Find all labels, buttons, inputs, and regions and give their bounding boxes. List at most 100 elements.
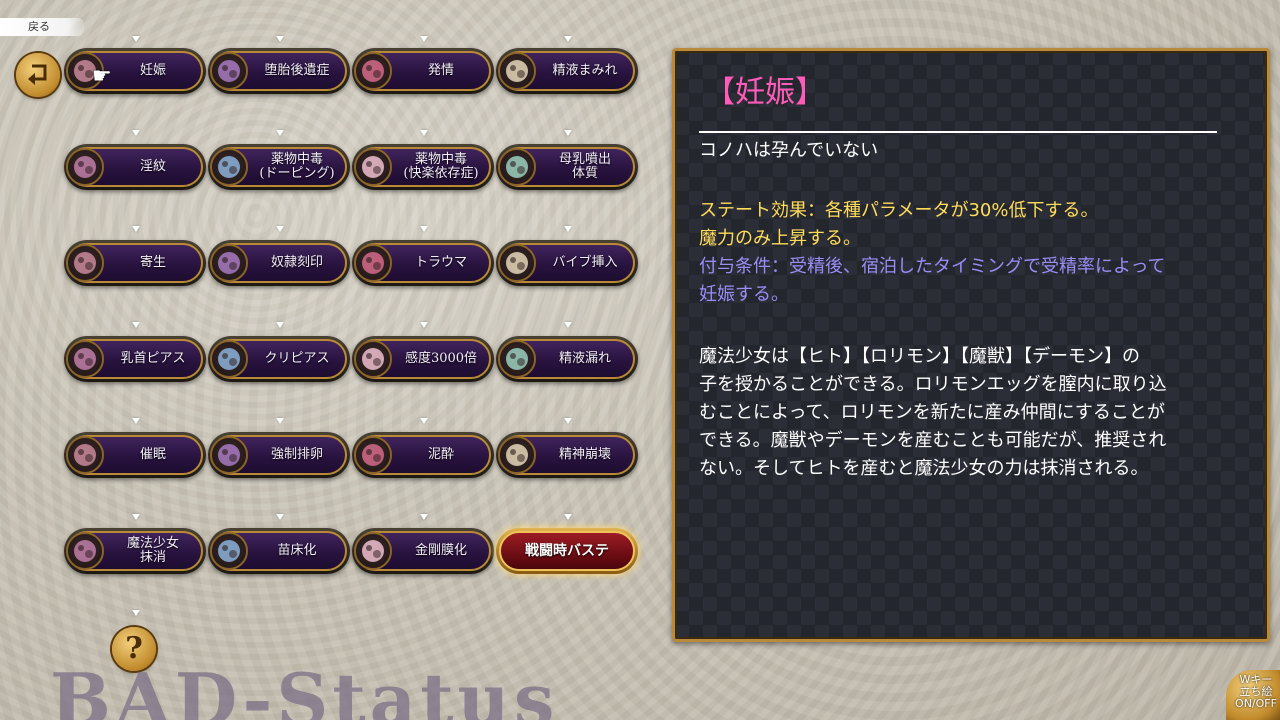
- status-button[interactable]: 薬物中毒 (ドーピング): [208, 144, 350, 190]
- row-marker-arrow: [276, 418, 284, 424]
- status-button[interactable]: 奴隷刻印: [208, 240, 350, 286]
- status-button-label: トラウマ: [414, 255, 467, 270]
- detail-title: 【妊娠】: [705, 75, 825, 110]
- status-button-label: 奴隷刻印: [270, 255, 323, 270]
- ovulation-icon: [210, 436, 248, 474]
- standee-toggle-label: Wキー 立ち絵 ON/OFF: [1235, 673, 1277, 710]
- detail-divider: [699, 131, 1217, 133]
- row-marker-arrow: [564, 514, 572, 520]
- mental-break-icon: [498, 436, 536, 474]
- status-button[interactable]: 薬物中毒 (快楽依存症): [352, 144, 494, 190]
- status-button[interactable]: 精液まみれ: [496, 48, 638, 94]
- row-marker-arrow: [420, 514, 428, 520]
- status-button[interactable]: 泥酔: [352, 432, 494, 478]
- row-marker-arrow: [420, 130, 428, 136]
- status-button[interactable]: 催眠: [64, 432, 206, 478]
- detail-effect-2: 魔力のみ上昇する。: [699, 228, 861, 249]
- return-arrow-icon: [28, 64, 47, 85]
- status-button-label: 金剛膜化: [414, 543, 467, 558]
- row-marker-arrow: [420, 322, 428, 328]
- status-button-label: クリピアス: [264, 351, 330, 366]
- row-marker-arrow: [564, 36, 572, 42]
- drug-doping-icon: [210, 148, 248, 186]
- back-button[interactable]: [16, 53, 60, 97]
- row-marker-arrow: [276, 322, 284, 328]
- detail-description: コノハは孕んでいない: [699, 140, 879, 161]
- detail-body-3: むことによって、ロリモンを新たに産み仲間にすることが: [699, 402, 1165, 423]
- hypnosis-icon: [66, 436, 104, 474]
- row-marker-arrow: [276, 226, 284, 232]
- status-button-label: 精液漏れ: [558, 351, 611, 366]
- status-button[interactable]: 精液漏れ: [496, 336, 638, 382]
- row-marker-arrow: [132, 322, 140, 328]
- row-marker-arrow: [132, 226, 140, 232]
- row-marker-arrow: [564, 322, 572, 328]
- status-button[interactable]: 母乳噴出 体質: [496, 144, 638, 190]
- status-button-label: 発情: [427, 63, 454, 78]
- row-marker-arrow: [132, 130, 140, 136]
- semen-leak-icon: [498, 340, 536, 378]
- detail-body-1: 魔法少女は【ヒト】【ロリモン】【魔獣】【デーモン】の: [699, 346, 1140, 367]
- status-button-label: 泥酔: [427, 447, 454, 462]
- detail-condition-2: 妊娠する。: [699, 284, 789, 305]
- status-button[interactable]: 金剛膜化: [352, 528, 494, 574]
- status-button[interactable]: 強制排卵: [208, 432, 350, 478]
- status-button-label: 強制排卵: [270, 447, 323, 462]
- status-button-label: 淫紋: [139, 159, 166, 174]
- parasite-icon: [66, 244, 104, 282]
- bad-status-title: BAD-Status: [50, 660, 559, 720]
- status-button[interactable]: 感度3000倍: [352, 336, 494, 382]
- heat-icon: [354, 52, 392, 90]
- battle-status-button[interactable]: 戦闘時バステ: [496, 528, 638, 574]
- trauma-icon: [354, 244, 392, 282]
- status-button-label: 精神崩壊: [558, 447, 611, 462]
- status-button[interactable]: 魔法少女 抹消: [64, 528, 206, 574]
- row-marker-arrow: [420, 418, 428, 424]
- status-button[interactable]: 寄生: [64, 240, 206, 286]
- detail-body-5: ない。そしてヒトを産むと魔法少女の力は抹消される。: [699, 458, 1149, 479]
- slave-mark-icon: [210, 244, 248, 282]
- status-button[interactable]: 淫紋: [64, 144, 206, 190]
- status-button-label: 感度3000倍: [404, 351, 478, 366]
- row-marker-arrow: [276, 130, 284, 136]
- status-button-label: 催眠: [139, 447, 166, 462]
- status-button[interactable]: 堕胎後遺症: [208, 48, 350, 94]
- status-button-label: 精液まみれ: [552, 63, 618, 78]
- row-marker-arrow: [420, 226, 428, 232]
- seedbed-icon: [210, 532, 248, 570]
- clit-piercing-icon: [210, 340, 248, 378]
- detail-effect-1: ステート効果：各種パラメータが30%低下する。: [699, 200, 1099, 221]
- standee-toggle-button[interactable]: Wキー 立ち絵 ON/OFF: [1226, 670, 1280, 720]
- nipple-piercing-icon: [66, 340, 104, 378]
- status-button[interactable]: トラウマ: [352, 240, 494, 286]
- row-marker-arrow: [276, 514, 284, 520]
- status-button[interactable]: クリピアス: [208, 336, 350, 382]
- row-marker-arrow: [132, 36, 140, 42]
- status-button[interactable]: 苗床化: [208, 528, 350, 574]
- detail-condition-1: 付与条件：受精後、宿泊したタイミングで受精率によって: [699, 256, 1166, 277]
- status-button[interactable]: 妊娠: [64, 48, 206, 94]
- diamond-membrane-icon: [354, 532, 392, 570]
- drunk-icon: [354, 436, 392, 474]
- status-button-label: 乳首ピアス: [120, 351, 186, 366]
- status-button-label: バイブ挿入: [552, 255, 618, 270]
- status-button-label: 苗床化: [277, 543, 317, 558]
- status-button[interactable]: バイブ挿入: [496, 240, 638, 286]
- status-button[interactable]: 発情: [352, 48, 494, 94]
- back-label[interactable]: 戻る: [0, 18, 84, 36]
- aftereffect-icon: [210, 52, 248, 90]
- status-button-label: 寄生: [139, 255, 166, 270]
- status-button[interactable]: 精神崩壊: [496, 432, 638, 478]
- status-button-label: 魔法少女 抹消: [126, 536, 179, 565]
- row-marker-arrow: [132, 610, 140, 616]
- row-marker-arrow: [420, 36, 428, 42]
- status-detail-panel: 【妊娠】 コノハは孕んでいない ステート効果：各種パラメータが30%低下する。 …: [672, 48, 1270, 642]
- row-marker-arrow: [132, 418, 140, 424]
- status-button[interactable]: 乳首ピアス: [64, 336, 206, 382]
- row-marker-arrow: [564, 418, 572, 424]
- vibrator-icon: [498, 244, 536, 282]
- drug-pleasure-icon: [354, 148, 392, 186]
- semen-covered-icon: [498, 52, 536, 90]
- detail-body-2: 子を授かることができる。ロリモンエッグを膣内に取り込: [699, 374, 1167, 395]
- status-button-label: 母乳噴出 体質: [558, 152, 611, 181]
